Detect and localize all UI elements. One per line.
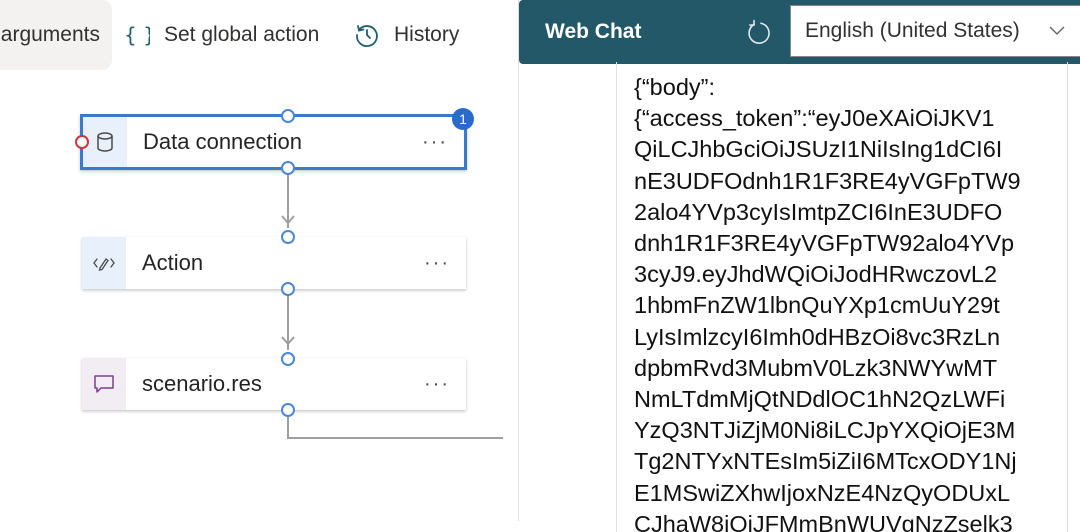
node-output-port[interactable] (281, 161, 295, 175)
svg-text:{ }: { } (124, 23, 150, 47)
code-pen-icon (82, 237, 126, 289)
message-text-line: {“body”: (634, 74, 715, 100)
message-text-line: Tg2NTYxNTEsIm5iZiI6MTcxODY1Nj (634, 448, 1017, 475)
node-output-port[interactable] (281, 403, 295, 417)
more-options-button[interactable]: ··· (422, 131, 448, 154)
database-icon (83, 117, 127, 167)
set-global-action-label: Set global action (164, 23, 320, 46)
flow-node-action[interactable]: Action ··· (82, 237, 466, 289)
web-chat-title: Web Chat (545, 20, 642, 43)
node-input-port[interactable] (281, 230, 295, 244)
message-text-line: 1hbmFnZW1lbnQuYXp1cmUuY29t (634, 292, 1000, 319)
flow-canvas[interactable]: Data connection ··· 1 Action ··· scenari… (0, 72, 518, 521)
language-selected-value: English (United States) (805, 19, 1020, 42)
designer-toolbar: arguments { } Set global action History (0, 0, 520, 72)
chat-bubble-icon (82, 358, 126, 410)
message-text-line: CJhaW8iOiJFMmBnWUVgNzZselk3 (634, 510, 1013, 532)
node-label: Action (142, 250, 204, 275)
more-options-button[interactable]: ··· (424, 252, 450, 275)
history-icon (354, 22, 380, 48)
node-input-port[interactable] (281, 352, 295, 366)
node-input-port[interactable] (281, 109, 295, 123)
history-button[interactable]: History (354, 0, 459, 70)
node-label: scenario.res (142, 371, 262, 396)
web-chat-panel: Web Chat English (United States) {“body”… (518, 0, 1080, 532)
error-port[interactable] (75, 135, 89, 149)
message-text-line: E1MSwiZXhwIjoxNzE4NzQyODUxL (634, 479, 1011, 506)
history-label: History (394, 23, 460, 46)
connector-line (287, 414, 289, 439)
more-options-button[interactable]: ··· (424, 373, 450, 396)
node-label: Data connection (143, 129, 302, 154)
language-dropdown[interactable]: English (United States) (790, 5, 1080, 57)
node-output-port[interactable] (281, 282, 295, 296)
message-text-line: dnh1R1F3RE4yVGFpTW92alo4YVp (634, 230, 1015, 257)
message-text-line: QiLCJhbGciOiJSUzI1NiIsIng1dCI6I (634, 136, 1003, 163)
set-global-action-button[interactable]: { } Set global action (124, 0, 319, 70)
connector-line (287, 437, 503, 439)
notification-badge[interactable]: 1 (452, 108, 474, 130)
chat-transcript[interactable]: {“body”: {“access_token”:“eyJ0eXAiOiJKV1 Q… (519, 62, 1080, 532)
curly-braces-icon: { } (124, 23, 150, 47)
chevron-down-icon (1049, 26, 1065, 36)
arguments-label: arguments (0, 23, 100, 46)
flow-node-data-connection[interactable]: Data connection ··· (80, 114, 467, 170)
bot-message-bubble: {“body”: {“access_token”:“eyJ0eXAiOiJKV1 Q… (616, 62, 1068, 532)
refresh-icon[interactable] (745, 19, 773, 47)
arguments-button[interactable]: arguments (0, 0, 112, 70)
message-text-line: dpbmRvd3MubmV0Lzk3NWYwMT (634, 354, 998, 381)
message-text-line: YzQ3NTJiZjM0Ni8iLCJpYXQiOjE3M (634, 417, 1016, 444)
message-text-line: 2alo4YVp3cyIsImtpZCI6InE3UDFO (634, 198, 1003, 225)
message-text-line: NmLTdmMjQtNDdlOC1hN2QzLWFi (634, 386, 1006, 413)
arrow-head-icon (281, 215, 295, 225)
message-text-line: {“access_token”:“eyJ0eXAiOiJKV1 (634, 105, 995, 132)
web-chat-header: Web Chat English (United States) (519, 0, 1080, 64)
message-text-line: 3cyJ9.eyJhdWQiOiJodHRwczovL2 (634, 261, 998, 288)
arrow-head-icon (281, 336, 295, 346)
flow-node-scenario-res[interactable]: scenario.res ··· (82, 358, 466, 410)
message-text-line: nE3UDFOdnh1R1F3RE4yVGFpTW9 (634, 167, 1021, 194)
message-text-line: LyIsImlzcyI6Imh0dHBzOi8vc3RzLn (634, 323, 1001, 350)
